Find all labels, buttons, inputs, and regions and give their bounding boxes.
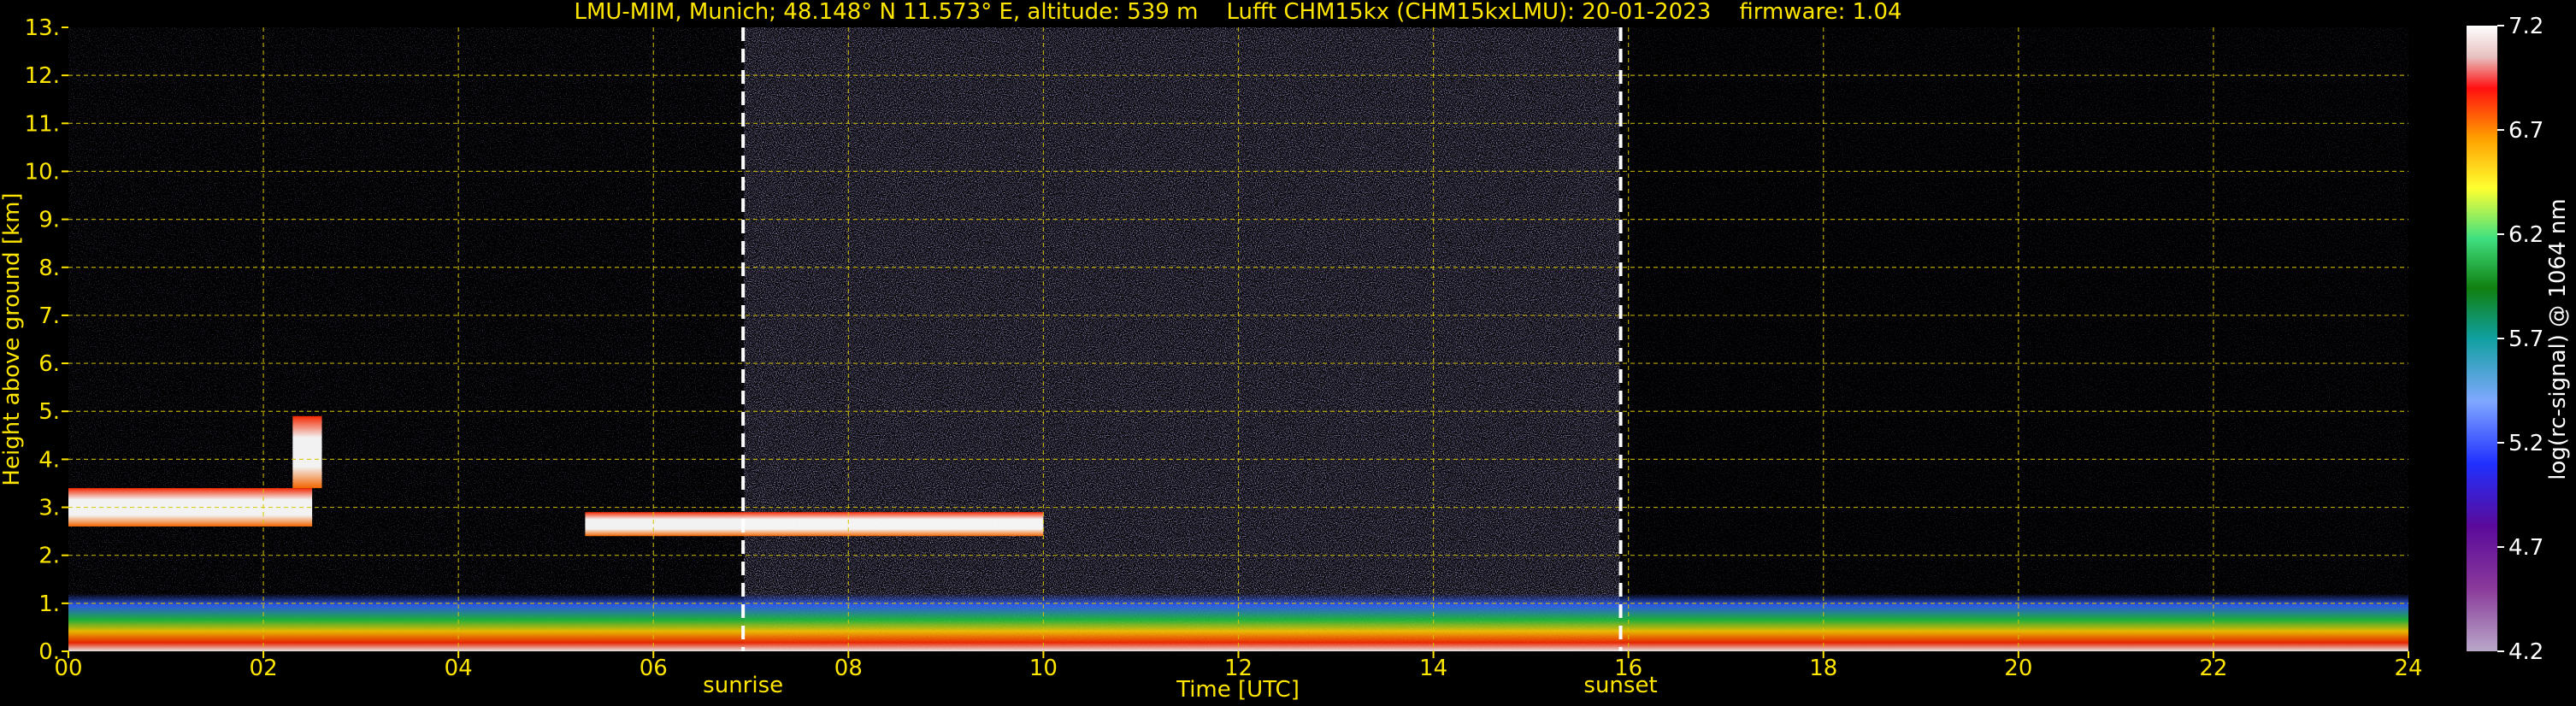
- x-tick-label: 18: [1809, 656, 1837, 681]
- colorbar-tick-label: 6.7: [2508, 118, 2544, 144]
- y-axis-label: Height above ground [km]: [0, 192, 25, 485]
- ceilometer-chart: sunrise sunset 00 02 04 06 08 10 12 14 16 18 20 22 24…: [0, 0, 2571, 703]
- x-tick-label: 08: [834, 656, 863, 681]
- x-tick-label: 24: [2394, 656, 2422, 681]
- colorbar-tick-label: 5.7: [2508, 327, 2544, 352]
- x-tick-label: 04: [445, 656, 473, 681]
- y-tick-label: 12.: [25, 63, 60, 89]
- y-tick-label: 0.: [38, 639, 60, 665]
- x-tick-label: 16: [1614, 656, 1642, 681]
- y-tick-label: 11.: [25, 111, 60, 137]
- x-tick-label: 02: [250, 656, 278, 681]
- chart-title: LMU-MIM, Munich; 48.148° N 11.573° E, al…: [574, 0, 1901, 25]
- x-axis-label: Time [UTC]: [1176, 677, 1300, 703]
- x-tick-label: 10: [1029, 656, 1058, 681]
- y-tick-label: 2.: [38, 544, 60, 569]
- colorbar-tick-label: 4.7: [2508, 535, 2544, 561]
- y-tick-label: 7.: [38, 303, 60, 329]
- y-tick-label: 8.: [38, 256, 60, 281]
- colorbar-tick-label: 5.2: [2508, 431, 2544, 456]
- y-tick-label: 4.: [38, 447, 60, 473]
- x-tick-label: 20: [2004, 656, 2032, 681]
- colorbar: [2467, 26, 2497, 651]
- colorbar-tick-label: 6.2: [2508, 222, 2544, 248]
- y-tick-label: 3.: [38, 496, 60, 521]
- colorbar-ticks: 7.2 6.7 6.2 5.7 5.2 4.7 4.2: [2497, 14, 2544, 665]
- colorbar-label: log(rc-signal) @ 1064 nm: [2545, 198, 2571, 479]
- colorbar-tick-label: 7.2: [2508, 14, 2544, 39]
- cloud-band: [292, 415, 322, 489]
- y-tick-label: 6.: [38, 351, 60, 377]
- y-tick-label: 9.: [38, 208, 60, 233]
- y-tick-label: 1.: [38, 591, 60, 617]
- x-tick-label: 22: [2199, 656, 2227, 681]
- x-tick-label: 06: [640, 656, 668, 681]
- sunrise-label: sunrise: [703, 673, 783, 698]
- y-tick-label: 13.: [25, 15, 60, 41]
- x-tick-label: 14: [1419, 656, 1447, 681]
- y-tick-label: 10.: [25, 159, 60, 185]
- y-tick-label: 5.: [38, 399, 60, 425]
- colorbar-tick-label: 4.2: [2508, 639, 2544, 665]
- y-axis-ticks: 0. 1. 2. 3. 4. 5. 6. 7. 8. 9. 10. 11. 12. 13.: [25, 15, 68, 665]
- cloud-band: [68, 488, 313, 527]
